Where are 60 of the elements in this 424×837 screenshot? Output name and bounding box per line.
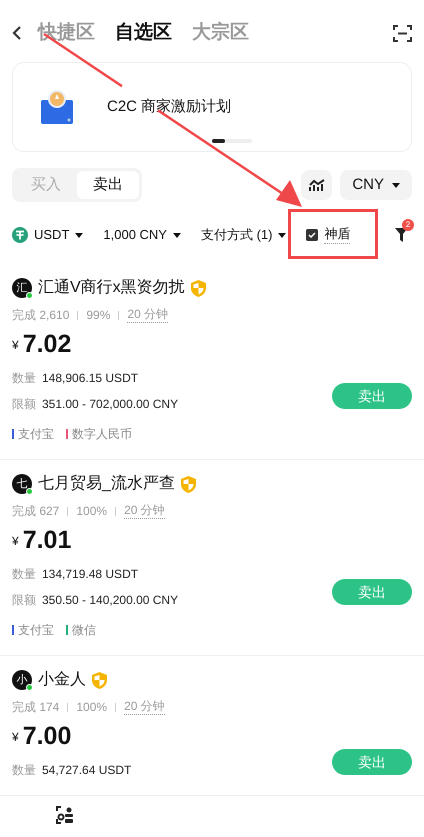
- limit-label: 限额: [12, 396, 36, 413]
- check-icon: [308, 232, 316, 238]
- caret-icon: [75, 232, 84, 238]
- payment-dropdown[interactable]: 支付方式 (1): [200, 225, 286, 245]
- price: 7.02: [22, 332, 72, 357]
- completion-rate: 100%: [76, 699, 108, 716]
- orders-icon[interactable]: [56, 806, 74, 824]
- chart-button[interactable]: [301, 170, 332, 200]
- merchant-name[interactable]: 小金人: [38, 668, 86, 692]
- coin-dropdown[interactable]: USDT: [12, 225, 84, 245]
- currency-dropdown[interactable]: CNY: [340, 170, 412, 200]
- completed-orders: 完成 627: [12, 503, 60, 520]
- limit-label: 限额: [12, 592, 36, 609]
- payment-time: 20 分钟: [124, 503, 165, 519]
- merchant-name[interactable]: 七月贸易_流水严查: [38, 472, 175, 496]
- completion-rate: 99%: [86, 307, 110, 324]
- payment-method: 支付宝: [18, 622, 54, 639]
- wallet-rocket-icon: [41, 90, 75, 124]
- merchant-avatar: 汇: [12, 278, 32, 298]
- payment-method: 数字人民币: [72, 426, 132, 443]
- quantity-value: 148,906.15 USDT: [42, 370, 138, 387]
- limit-value: 350.50 - 140,200.00 CNY: [42, 592, 178, 609]
- back-icon[interactable]: [12, 25, 22, 41]
- completed-orders: 完成 2,610: [12, 307, 70, 324]
- price: 7.01: [22, 528, 72, 553]
- quantity-label: 数量: [12, 370, 36, 387]
- shield-icon: [190, 280, 206, 296]
- amount-dropdown[interactable]: 1,000 CNY: [103, 225, 181, 245]
- shield-checkbox[interactable]: [306, 229, 318, 241]
- scan-icon[interactable]: [393, 24, 412, 42]
- banner-pagination: [212, 139, 252, 143]
- merchant-avatar: 小: [12, 670, 32, 690]
- quantity-label: 数量: [12, 762, 36, 779]
- quantity-label: 数量: [12, 566, 36, 583]
- side-tab[interactable]: 卖出: [77, 171, 139, 199]
- payment-method: 微信: [72, 622, 96, 639]
- filter-count-badge: 2: [402, 219, 414, 231]
- header-tab[interactable]: 自选区: [115, 18, 172, 48]
- currency-symbol: ¥: [12, 337, 19, 354]
- price: 7.00: [22, 724, 72, 749]
- caret-icon: [278, 232, 286, 238]
- merchant-name[interactable]: 汇通V商行x黑资勿扰: [38, 276, 185, 300]
- caret-icon: [392, 182, 400, 188]
- completion-rate: 100%: [76, 503, 108, 520]
- chart-icon: [308, 179, 325, 191]
- currency-symbol: ¥: [12, 533, 19, 550]
- payment-time: 20 分钟: [127, 307, 168, 323]
- payment-time: 20 分钟: [124, 699, 165, 715]
- currency-symbol: ¥: [12, 729, 19, 746]
- payment-method: 支付宝: [18, 426, 54, 443]
- quantity-value: 54,727.64 USDT: [42, 762, 132, 779]
- shield-label: 神盾: [324, 226, 350, 244]
- shield-icon: [180, 476, 196, 492]
- caret-icon: [172, 232, 181, 238]
- tether-icon: [12, 227, 28, 243]
- completed-orders: 完成 174: [12, 699, 60, 716]
- merchant-avatar: 七: [12, 474, 32, 494]
- limit-value: 351.00 - 702,000.00 CNY: [42, 396, 178, 413]
- shield-icon: [92, 672, 107, 688]
- quantity-value: 134,719.48 USDT: [42, 566, 138, 583]
